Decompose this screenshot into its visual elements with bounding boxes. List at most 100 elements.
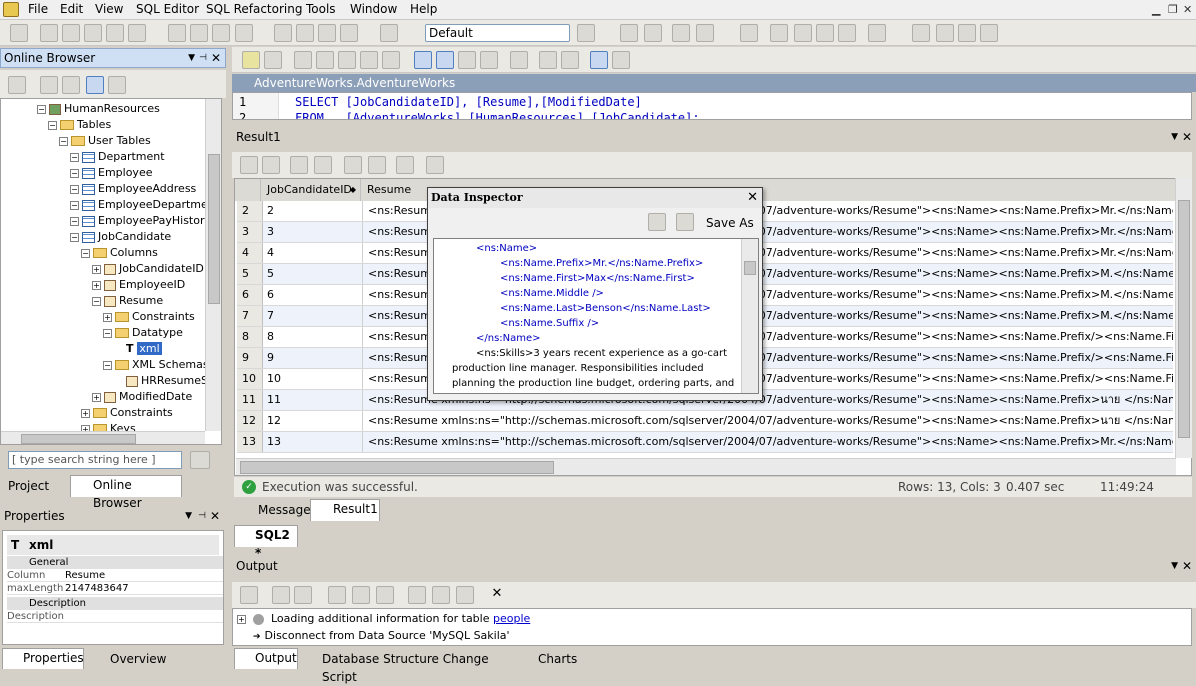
add-row-icon[interactable] (240, 156, 258, 174)
menu-tools[interactable]: Tools (306, 2, 336, 16)
open-folder-icon[interactable] (168, 24, 186, 42)
tree-vscroll[interactable] (205, 99, 221, 431)
sql-line[interactable]: SELECT [JobCandidateID], [Resume],[Modif… (295, 95, 642, 109)
word-wrap-icon[interactable] (740, 24, 758, 42)
step-all-icon[interactable] (382, 51, 400, 69)
refresh-browser-icon[interactable] (108, 76, 126, 94)
inspector-word-wrap-icon[interactable] (648, 213, 666, 231)
tree-item[interactable]: − Department (70, 149, 165, 165)
table-row[interactable]: 13 13 <ns:Resume xmlns:ns="http://schemas.… (237, 432, 1173, 453)
tree-vscroll-thumb[interactable] (208, 154, 220, 304)
expand-toggle-icon[interactable]: − (103, 360, 112, 370)
tree-item[interactable]: − EmployeeAddress (70, 181, 196, 197)
clear-output-icon[interactable]: ✕ (488, 586, 506, 604)
menu-window[interactable]: Window (350, 2, 397, 16)
tab-result1[interactable]: Result1 (310, 499, 380, 521)
find-icon[interactable] (290, 156, 308, 174)
tree-hscroll[interactable] (1, 431, 205, 444)
add-row-after-icon[interactable] (262, 156, 280, 174)
properties-close-icon[interactable]: ✕ (210, 505, 220, 527)
restore-icon[interactable]: ❐ (1168, 3, 1178, 16)
expand-toggle-icon[interactable]: − (48, 120, 57, 130)
step-up-icon[interactable] (316, 51, 334, 69)
output-dropdown-icon[interactable]: ▼ (1171, 555, 1178, 577)
stats-icon[interactable] (480, 51, 498, 69)
tree-item[interactable]: − EmployeeDepartment (70, 197, 219, 213)
grid-hscroll-thumb[interactable] (240, 461, 554, 474)
refresh-icon[interactable] (539, 51, 557, 69)
menu-sql-editor[interactable]: SQL Editor (136, 2, 199, 16)
connect-icon[interactable] (10, 24, 28, 42)
close-icon[interactable]: ✕ (1183, 3, 1192, 16)
tree-item[interactable]: − EmployeePayHistory (70, 213, 211, 229)
menu-sql-refactoring[interactable]: SQL Refactoring (206, 2, 302, 16)
output-link-people[interactable]: people (493, 612, 530, 625)
delete-icon[interactable] (340, 24, 358, 42)
tab-db-change-script[interactable]: Database Structure Change Script (304, 650, 514, 684)
expand-toggle-icon[interactable]: − (59, 136, 68, 146)
style-combo[interactable]: Default (425, 24, 570, 42)
grid-hscroll[interactable] (236, 458, 1176, 475)
open-icon[interactable] (62, 24, 80, 42)
tab-output[interactable]: Output (234, 648, 298, 669)
execute-icon[interactable] (242, 51, 260, 69)
tree-item[interactable]: − XML Schemas (103, 357, 209, 373)
header-jobcandidateid[interactable]: JobCandidateID ◆ (261, 179, 361, 201)
result-grid-icon[interactable] (414, 51, 432, 69)
panel-close-icon[interactable]: ✕ (211, 49, 221, 67)
step-down-icon[interactable] (338, 51, 356, 69)
copy-icon[interactable] (296, 24, 314, 42)
grid-icon[interactable] (620, 24, 638, 42)
expand-toggle-icon[interactable]: − (103, 328, 112, 338)
tab-online-browser[interactable]: Online Browser (70, 475, 182, 510)
editor-properties-icon[interactable] (561, 51, 579, 69)
query-plan-icon[interactable] (458, 51, 476, 69)
copy-all-icon[interactable] (352, 586, 370, 604)
output-filter-icon[interactable] (240, 586, 258, 604)
expand-toggle-icon[interactable]: − (70, 168, 79, 178)
favorites-icon[interactable] (62, 76, 80, 94)
grid-vscroll-thumb[interactable] (1178, 200, 1190, 438)
find-next-icon[interactable] (432, 586, 450, 604)
find-output-icon[interactable] (408, 586, 426, 604)
tree-item[interactable]: + Constraints (81, 405, 173, 421)
transaction-icon[interactable] (612, 51, 630, 69)
tree-hscroll-thumb[interactable] (21, 434, 136, 444)
save-project-icon[interactable] (235, 24, 253, 42)
tab-message[interactable]: Message (236, 501, 311, 521)
expand-icon[interactable]: + (237, 614, 246, 624)
new-file-icon[interactable] (40, 24, 58, 42)
cell-jobcandidateid[interactable]: 2 (263, 201, 363, 221)
tree-item[interactable]: − Columns (81, 245, 158, 261)
tree-item[interactable]: − User Tables (59, 133, 151, 149)
expand-toggle-icon[interactable]: − (81, 248, 90, 258)
tree-item[interactable]: − Tables (48, 117, 111, 133)
data-inspector-titlebar[interactable]: Data Inspector ✕ (428, 188, 762, 208)
properties-dropdown-icon[interactable]: ▼ (185, 505, 192, 527)
save-icon[interactable] (84, 24, 102, 42)
copy-message-icon[interactable] (328, 586, 346, 604)
tree-item[interactable]: HRResumeS (114, 373, 208, 389)
locate-icon[interactable] (86, 76, 104, 94)
properties-pin-icon[interactable]: ⊣ (198, 505, 206, 527)
tab-project[interactable]: Project (4, 477, 68, 497)
bookmark-icon[interactable] (770, 24, 788, 42)
pin-result-icon[interactable] (396, 156, 414, 174)
copy-child-icon[interactable] (376, 586, 394, 604)
options-icon[interactable] (577, 24, 595, 42)
print-icon[interactable] (380, 24, 398, 42)
step-over-icon[interactable] (360, 51, 378, 69)
export-icon[interactable] (672, 24, 690, 42)
expand-toggle-icon[interactable]: + (92, 280, 101, 290)
save-as-icon[interactable] (212, 24, 230, 42)
minimize-icon[interactable]: ▁ (1152, 3, 1160, 16)
expand-toggle-icon[interactable]: − (70, 152, 79, 162)
tree-item[interactable]: − Employee (70, 165, 152, 181)
cell-jobcandidateid[interactable]: 13 (263, 432, 363, 452)
expand-toggle-icon[interactable]: − (70, 216, 79, 226)
prop-value[interactable]: 2147483647 (65, 582, 129, 595)
cell-jobcandidateid[interactable]: 7 (263, 306, 363, 326)
section-general[interactable]: General (7, 556, 223, 569)
result-dropdown-icon[interactable]: ▼ (1171, 126, 1178, 148)
tab-properties[interactable]: Properties (2, 648, 84, 669)
